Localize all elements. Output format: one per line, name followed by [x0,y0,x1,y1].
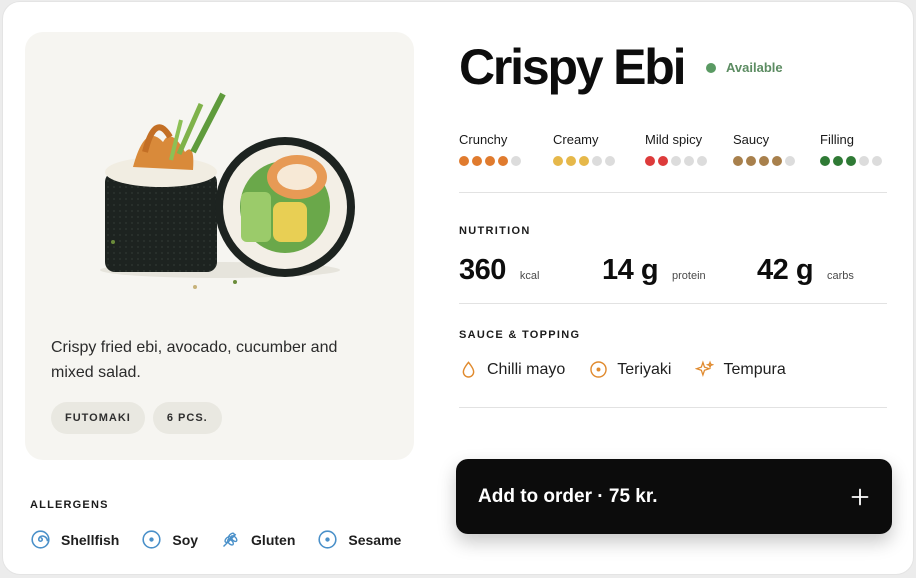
nutrition-value: 360 [459,254,506,286]
sauce-label: Tempura [723,360,786,378]
allergen-list: Shellfish Soy Gluten Sesame [30,529,423,550]
flavor-rating [553,156,615,166]
add-to-order-label: Add to order · 75 kr. [478,485,658,507]
flavor-label: Creamy [553,132,599,147]
flavor-label: Saucy [733,132,770,147]
tag-pieces: 6 PCS. [152,402,222,434]
tag-list: FUTOMAKI 6 PCS. [51,402,222,434]
status-dot-icon [706,62,716,73]
dot-circle-icon [318,530,337,549]
sauce-teriyaki: Teriyaki [589,360,671,379]
flavor-crunchy: Crunchy [459,132,521,166]
flavor-rating [645,156,707,166]
rating-dot-empty [872,156,882,166]
flavor-label: Mild spicy [645,132,703,147]
spiral-icon [31,530,50,549]
flavor-mild-spicy: Mild spicy [645,132,707,166]
rating-dot-filled [485,156,495,166]
nutrition-kcal: 360 kcal [459,254,539,287]
sauce-list: Chilli mayo Teriyaki Tempura [459,360,810,379]
nutrition-title: NUTRITION [459,225,531,237]
rating-dot-filled [820,156,830,166]
divider [459,303,887,304]
allergen-label: Soy [172,531,199,548]
rating-dot-filled [553,156,563,166]
wheat-icon [223,532,238,547]
rating-dot-empty [605,156,615,166]
rating-dot-filled [759,156,769,166]
nutrition-value: 42 g [757,254,814,286]
allergen-label: Gluten [251,531,296,548]
nutrition-unit: carbs [827,270,854,282]
product-panel: Crispy fried ebi, avocado, cucumber and … [25,32,414,460]
flavor-filling: Filling [820,132,882,166]
rating-dot-empty [671,156,681,166]
nutrition-carbs: 42 g carbs [757,254,854,287]
sauce-chilli-mayo: Chilli mayo [459,360,565,379]
availability-label: Available [726,60,783,75]
droplet-icon [462,361,475,378]
topping-tempura: Tempura [695,360,786,379]
dot-circle-icon [142,530,161,549]
rating-dot-empty [511,156,521,166]
nutrition-value: 14 g [602,254,659,286]
sauce-label: Chilli mayo [487,360,566,378]
rating-dot-filled [472,156,482,166]
rating-dot-empty [785,156,795,166]
rating-dot-filled [645,156,655,166]
allergen-sesame: Sesame [317,529,401,550]
rating-dot-filled [498,156,508,166]
sauce-topping-title: SAUCE & TOPPING [459,329,581,341]
rating-dot-filled [746,156,756,166]
rating-dot-filled [566,156,576,166]
allergen-soy: Soy [141,529,198,550]
rating-dot-empty [697,156,707,166]
allergen-label: Sesame [348,531,402,548]
rating-dot-empty [592,156,602,166]
tag-type: FUTOMAKI [51,402,145,434]
availability-status: Available [706,60,783,75]
divider [459,407,887,408]
nutrition-unit: protein [672,270,706,282]
rating-dot-filled [459,156,469,166]
rating-dot-filled [833,156,843,166]
nutrition-facts: 360 kcal 14 g protein 42 g carbs [459,254,889,290]
flavor-label: Filling [820,132,854,147]
rating-dot-filled [579,156,589,166]
allergen-label: Shellfish [61,531,120,548]
sparkle-icon [695,360,715,378]
rating-dot-filled [846,156,856,166]
add-to-order-button[interactable]: Add to order · 75 kr. [456,459,892,534]
plus-icon [851,488,869,505]
product-description: Crispy fried ebi, avocado, cucumber and … [51,339,338,381]
dot-circle-icon [590,361,607,378]
product-title: Crispy Ebi [459,39,686,95]
allergen-shellfish: Shellfish [30,529,119,550]
flavor-rating [820,156,882,166]
rating-dot-empty [684,156,694,166]
flavor-saucy: Saucy [733,132,795,166]
nutrition-protein: 14 g protein [602,254,706,287]
flavor-rating [459,156,521,166]
rating-dot-filled [733,156,743,166]
rating-dot-empty [859,156,869,166]
rating-dot-filled [658,156,668,166]
rating-dot-filled [772,156,782,166]
sauce-label: Teriyaki [617,360,672,378]
divider [459,192,887,193]
nutrition-unit: kcal [519,270,540,282]
sushi-roll-photo [100,92,355,289]
flavor-rating [733,156,795,166]
product-card: Crispy fried ebi, avocado, cucumber and … [2,1,914,575]
flavor-creamy: Creamy [553,132,615,166]
flavor-label: Crunchy [459,132,508,147]
allergen-gluten: Gluten [220,529,295,550]
allergens-title: ALLERGENS [30,499,109,511]
